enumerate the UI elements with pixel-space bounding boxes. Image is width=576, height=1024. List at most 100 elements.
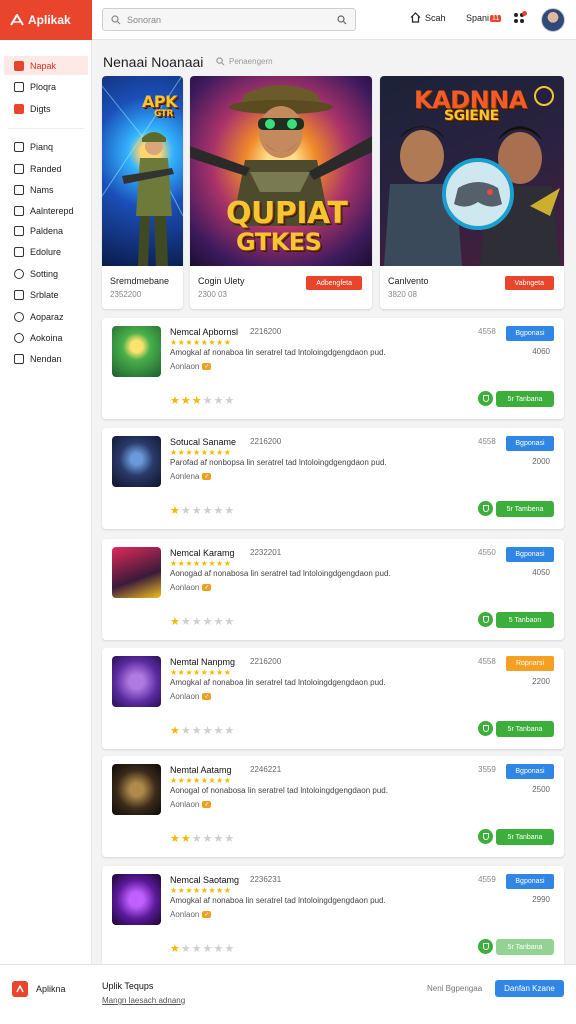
install-button[interactable]: 5 Tanbaon	[496, 612, 554, 628]
search-submit-icon[interactable]	[337, 14, 347, 25]
sidebar-item-ranked[interactable]: Randed	[4, 159, 88, 178]
app-category-badge[interactable]: Bgponasi	[506, 326, 554, 341]
app-category-badge[interactable]: Bgponasi	[506, 874, 554, 889]
app-thumbnail[interactable]	[112, 326, 161, 377]
sidebar-item-srblate[interactable]: Srblate	[4, 285, 88, 304]
app-name[interactable]: Nemcal Karamg	[170, 548, 235, 558]
app-name[interactable]: Nemtal Aatamg	[170, 765, 232, 775]
home-link[interactable]: Scah	[410, 12, 446, 23]
star-icon[interactable]: ★	[203, 725, 214, 737]
star-icon[interactable]: ★	[192, 616, 203, 628]
star-icon[interactable]: ★	[214, 725, 225, 737]
spam-link[interactable]: Spani 11	[466, 13, 502, 23]
star-icon[interactable]: ★	[181, 833, 192, 845]
sidebar-item-edolure[interactable]: Edolure	[4, 242, 88, 261]
install-button[interactable]: 5r Tanbana	[496, 391, 554, 407]
install-button[interactable]: 5r Tanbana	[496, 721, 554, 737]
app-thumbnail[interactable]	[112, 547, 161, 598]
star-icon[interactable]: ★	[203, 943, 214, 955]
sidebar-item-aokoina[interactable]: Aokoina	[4, 328, 88, 347]
app-name[interactable]: Sotucal Saname	[170, 437, 236, 447]
star-icon[interactable]: ★	[192, 833, 203, 845]
user-rating[interactable]: ★★★★★★	[170, 942, 235, 955]
sidebar-item-home[interactable]: Napak	[4, 56, 88, 75]
app-row[interactable]: Nemcal Apbornsl 2216200 ★★★★★★★★ Amogkal af…	[102, 318, 564, 419]
star-icon[interactable]: ★	[181, 505, 192, 517]
star-icon[interactable]: ★	[203, 833, 214, 845]
sidebar-item-settings[interactable]: Sotting	[4, 264, 88, 283]
sidebar-item-programs[interactable]: Ploqra	[4, 77, 88, 96]
user-rating[interactable]: ★★★★★★	[170, 832, 235, 845]
star-icon[interactable]: ★	[224, 833, 235, 845]
footer-brand[interactable]: Aplikna	[12, 981, 66, 997]
user-rating[interactable]: ★★★★★★	[170, 504, 235, 517]
star-icon[interactable]: ★	[170, 616, 181, 628]
app-thumbnail[interactable]	[112, 656, 161, 707]
app-thumbnail[interactable]	[112, 436, 161, 487]
star-icon[interactable]: ★	[224, 505, 235, 517]
sidebar-item-names[interactable]: Nams	[4, 180, 88, 199]
sidebar-item-nendan[interactable]: Nendan	[4, 349, 88, 368]
star-icon[interactable]: ★	[214, 943, 225, 955]
star-icon[interactable]: ★	[224, 616, 235, 628]
star-icon[interactable]: ★	[224, 943, 235, 955]
featured-card[interactable]: QUPIAT GTKES Cogin Ulety 2300 03 Adbengf…	[190, 76, 372, 309]
footer-primary-button[interactable]: Danfan Kzane	[495, 980, 564, 997]
app-category-badge[interactable]: Bgponasi	[506, 764, 554, 779]
star-icon[interactable]: ★	[203, 505, 214, 517]
app-thumbnail[interactable]	[112, 874, 161, 925]
app-row[interactable]: Sotucal Saname 2216200 ★★★★★★★★ Parofad af …	[102, 428, 564, 529]
star-icon[interactable]: ★	[224, 725, 235, 737]
star-icon[interactable]: ★	[214, 833, 225, 845]
star-icon[interactable]: ★	[192, 395, 203, 407]
app-thumbnail[interactable]	[112, 764, 161, 815]
star-icon[interactable]: ★	[181, 395, 192, 407]
sidebar-item-digits[interactable]: Digts	[4, 99, 88, 118]
featured-action-button[interactable]: Adbengfeta	[306, 276, 362, 290]
star-icon[interactable]: ★	[170, 943, 181, 955]
app-row[interactable]: Nemcal Saotamg 2236231 ★★★★★★★★ Amogkal af …	[102, 866, 564, 967]
star-icon[interactable]: ★	[224, 395, 235, 407]
star-icon[interactable]: ★	[214, 505, 225, 517]
star-icon[interactable]: ★	[170, 505, 181, 517]
user-rating[interactable]: ★★★★★★	[170, 724, 235, 737]
install-button[interactable]: 5r Tanbana	[496, 829, 554, 845]
star-icon[interactable]: ★	[181, 725, 192, 737]
star-icon[interactable]: ★	[170, 833, 181, 845]
install-button[interactable]: 5r Tambena	[496, 501, 554, 517]
search-input[interactable]: Sonoran	[102, 8, 356, 31]
install-button[interactable]: 5r Tanbana	[496, 939, 554, 955]
sidebar-item-alternated[interactable]: Aalnterepd	[4, 201, 88, 220]
avatar[interactable]	[541, 8, 565, 32]
app-row[interactable]: Nemtal Aatamg 2246221 ★★★★★★★★ Aonogal of n…	[102, 756, 564, 857]
app-category-badge[interactable]: Bgponasi	[506, 547, 554, 562]
user-rating[interactable]: ★★★★★★	[170, 615, 235, 628]
star-icon[interactable]: ★	[192, 725, 203, 737]
app-name[interactable]: Nemcal Saotamg	[170, 875, 239, 885]
user-rating[interactable]: ★★★★★★	[170, 394, 235, 407]
star-icon[interactable]: ★	[170, 725, 181, 737]
star-icon[interactable]: ★	[203, 616, 214, 628]
app-row[interactable]: Nemcal Karamg 2232201 ★★★★★★★★ Aonogad af n…	[102, 539, 564, 640]
footer-link[interactable]: Mangn laesach adnang	[102, 996, 185, 1005]
footer-secondary-link[interactable]: Neni Bgpengaa	[427, 984, 482, 993]
sidebar-item-aoparaz[interactable]: Aoparaz	[4, 307, 88, 326]
app-category-badge[interactable]: Bgponasi	[506, 436, 554, 451]
sidebar-item-plans[interactable]: Pianq	[4, 137, 88, 156]
app-name[interactable]: Nemtal Nanpmg	[170, 657, 235, 667]
sidebar-item-paldena[interactable]: Paldena	[4, 221, 88, 240]
featured-card[interactable]: APK GTR Sremdmebane 2352200	[102, 76, 183, 309]
brand-logo[interactable]: Aplikak	[0, 0, 92, 40]
app-category-badge[interactable]: Ropnarsi	[506, 656, 554, 671]
star-icon[interactable]: ★	[181, 616, 192, 628]
star-icon[interactable]: ★	[192, 943, 203, 955]
section-search-link[interactable]: Penaengern	[216, 57, 273, 66]
star-icon[interactable]: ★	[214, 395, 225, 407]
star-icon[interactable]: ★	[170, 395, 181, 407]
star-icon[interactable]: ★	[181, 943, 192, 955]
featured-action-button[interactable]: Vabngeta	[504, 276, 554, 290]
app-row[interactable]: Nemtal Nanpmg 2216200 ★★★★★★★★ Amogkal af n…	[102, 648, 564, 749]
star-icon[interactable]: ★	[203, 395, 214, 407]
star-icon[interactable]: ★	[214, 616, 225, 628]
star-icon[interactable]: ★	[192, 505, 203, 517]
